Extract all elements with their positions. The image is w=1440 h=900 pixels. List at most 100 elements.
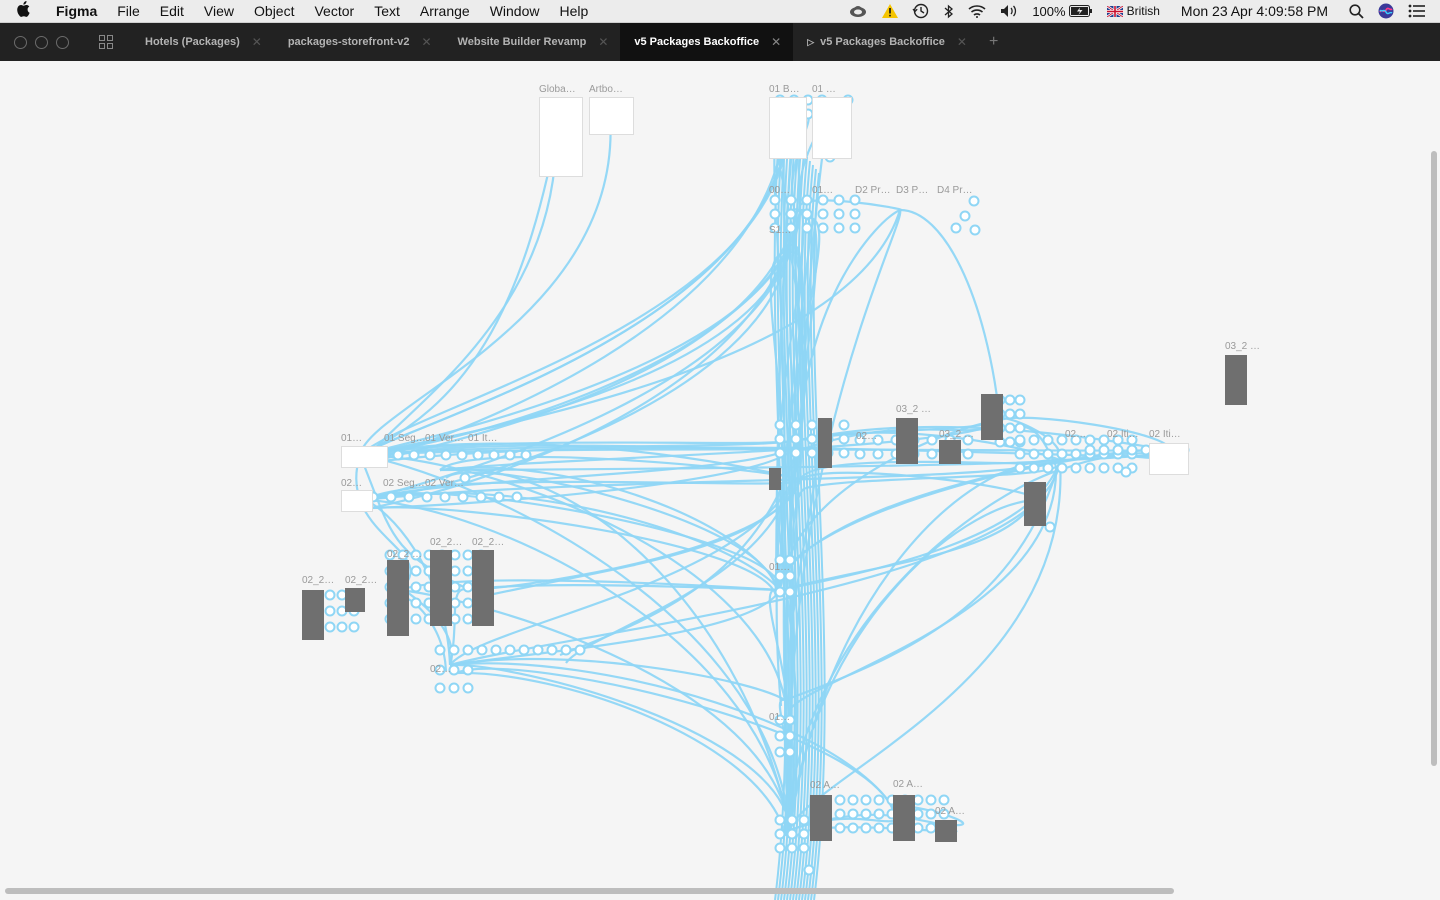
frame-label[interactable]: 00…: [769, 185, 790, 196]
clock[interactable]: Mon 23 Apr 4:09:58 PM: [1181, 3, 1328, 19]
notification-center-icon[interactable]: [1408, 4, 1426, 18]
frame-label[interactable]: 01 It…: [468, 433, 497, 444]
frame-thumbnail[interactable]: [1225, 355, 1247, 405]
menu-view[interactable]: View: [194, 0, 244, 22]
frame-thumbnail[interactable]: [589, 97, 634, 135]
frame-label[interactable]: 01 B…: [769, 84, 800, 95]
menu-arrange[interactable]: Arrange: [410, 0, 480, 22]
menu-vector[interactable]: Vector: [304, 0, 364, 22]
tab-v5-packages-backoffice-prototype[interactable]: ▷ v5 Packages Backoffice ✕: [793, 23, 979, 61]
wifi-icon[interactable]: [968, 4, 986, 18]
horizontal-scrollbar[interactable]: [5, 888, 1174, 894]
spotlight-search-icon[interactable]: [1349, 3, 1364, 19]
creative-cloud-icon[interactable]: [848, 4, 868, 18]
frame-label[interactable]: 03_2 …: [1225, 341, 1260, 352]
vertical-scrollbar[interactable]: [1431, 151, 1437, 766]
frame-label[interactable]: D2 Pr…: [855, 185, 891, 196]
menu-edit[interactable]: Edit: [150, 0, 194, 22]
frame-thumbnail[interactable]: [896, 418, 918, 464]
tab-close-icon[interactable]: ✕: [771, 35, 781, 49]
frame-label[interactable]: 02…: [1065, 429, 1086, 440]
warning-icon[interactable]: [882, 4, 899, 18]
frame-label[interactable]: 02_2…: [345, 575, 377, 586]
frame-thumbnail[interactable]: [387, 560, 409, 636]
frame-label[interactable]: 01…: [812, 185, 833, 196]
input-source-flag-icon[interactable]: [1106, 5, 1123, 17]
frame-thumbnail[interactable]: [302, 590, 324, 640]
frame-thumbnail[interactable]: [812, 97, 852, 159]
tab-hotels-packages[interactable]: Hotels (Packages) ✕: [131, 23, 274, 61]
frame-label[interactable]: 02…: [341, 478, 362, 489]
frame-label[interactable]: 02_2…: [302, 575, 334, 586]
frame-label[interactable]: 02 A…: [935, 806, 965, 817]
frame-label[interactable]: 02 Seg…: [383, 478, 425, 489]
tab-close-icon[interactable]: ✕: [598, 35, 608, 49]
frame-label[interactable]: Artbo…: [589, 84, 623, 95]
frame-thumbnail[interactable]: [430, 550, 452, 626]
frame-thumbnail[interactable]: [341, 446, 388, 468]
frame-thumbnail[interactable]: [935, 820, 957, 842]
time-machine-icon[interactable]: [912, 3, 930, 19]
new-tab-plus-icon[interactable]: +: [989, 33, 998, 51]
frame-label[interactable]: 02_2…: [430, 537, 462, 548]
menu-window[interactable]: Window: [480, 0, 550, 22]
input-source-label[interactable]: British: [1127, 4, 1160, 18]
frame-thumbnail[interactable]: [1149, 443, 1189, 475]
menu-help[interactable]: Help: [549, 0, 598, 22]
frame-thumbnail[interactable]: [810, 795, 832, 841]
frame-label[interactable]: 02 A…: [810, 780, 840, 791]
frame-thumbnail[interactable]: [769, 97, 807, 159]
frame-label[interactable]: 03_2 …: [896, 404, 931, 415]
menu-file[interactable]: File: [107, 0, 150, 22]
frame-label[interactable]: D3 P…: [896, 185, 928, 196]
tab-website-builder[interactable]: Website Builder Revamp ✕: [444, 23, 621, 61]
volume-icon[interactable]: [1000, 4, 1018, 18]
frame-label[interactable]: Globa…: [539, 84, 576, 95]
frame-label[interactable]: 02 Iti…: [1149, 429, 1181, 440]
frame-thumbnail[interactable]: [345, 588, 365, 612]
frame-label[interactable]: 02 Ver…: [425, 478, 464, 489]
tab-close-icon[interactable]: ✕: [252, 35, 262, 49]
frame-label[interactable]: 01…: [769, 712, 790, 723]
frame-label[interactable]: 02_2…: [472, 537, 504, 548]
frame-thumbnail[interactable]: [341, 490, 373, 512]
frame-label[interactable]: 03_2 …: [939, 429, 974, 440]
frame-label[interactable]: 01 Ver…: [425, 433, 464, 444]
apple-menu-icon[interactable]: [0, 1, 46, 21]
frame-thumbnail[interactable]: [818, 418, 832, 468]
design-canvas[interactable]: Globa… Artbo… 01 B… 01 … 00… 01… D2 Pr… D3 P… D4…: [0, 61, 1440, 900]
zoom-window-button[interactable]: [56, 35, 69, 49]
frame-label[interactable]: 02 Iti…: [1107, 429, 1139, 440]
bluetooth-icon[interactable]: [944, 4, 954, 19]
frame-label[interactable]: 02…: [856, 431, 877, 442]
frame-thumbnail[interactable]: [981, 394, 1003, 440]
frame-label[interactable]: 01 Seg…: [384, 433, 426, 444]
frame-thumbnail[interactable]: [769, 468, 781, 490]
frame-thumbnail[interactable]: [472, 550, 494, 626]
close-window-button[interactable]: [14, 35, 27, 49]
frame-label[interactable]: 01…: [769, 562, 790, 573]
frame-label[interactable]: 02_2 …: [387, 549, 422, 560]
battery-icon[interactable]: [1068, 5, 1093, 17]
tab-packages-storefront[interactable]: packages-storefront-v2 ✕: [274, 23, 444, 61]
menu-bar: Figma File Edit View Object Vector Text …: [0, 0, 1440, 23]
frame-label[interactable]: 02 A…: [893, 779, 923, 790]
siri-icon[interactable]: [1378, 3, 1394, 19]
menu-text[interactable]: Text: [364, 0, 410, 22]
frame-label[interactable]: 01 …: [812, 84, 836, 95]
frame-thumbnail[interactable]: [1024, 482, 1046, 526]
app-menu[interactable]: Figma: [46, 0, 107, 22]
frame-label[interactable]: D4 Pr…: [937, 185, 973, 196]
tab-close-icon[interactable]: ✕: [421, 35, 431, 49]
menu-object[interactable]: Object: [244, 0, 304, 22]
frame-thumbnail[interactable]: [939, 440, 961, 464]
minimize-window-button[interactable]: [35, 35, 48, 49]
tab-close-icon[interactable]: ✕: [957, 35, 967, 49]
frame-label[interactable]: 02…: [430, 664, 451, 675]
file-browser-grid-icon[interactable]: [99, 35, 113, 49]
tab-v5-packages-backoffice-active[interactable]: v5 Packages Backoffice ✕: [620, 23, 794, 61]
frame-label[interactable]: S1…: [769, 225, 791, 236]
frame-label[interactable]: 01…: [341, 433, 362, 444]
frame-thumbnail[interactable]: [539, 97, 583, 177]
frame-thumbnail[interactable]: [893, 795, 915, 841]
